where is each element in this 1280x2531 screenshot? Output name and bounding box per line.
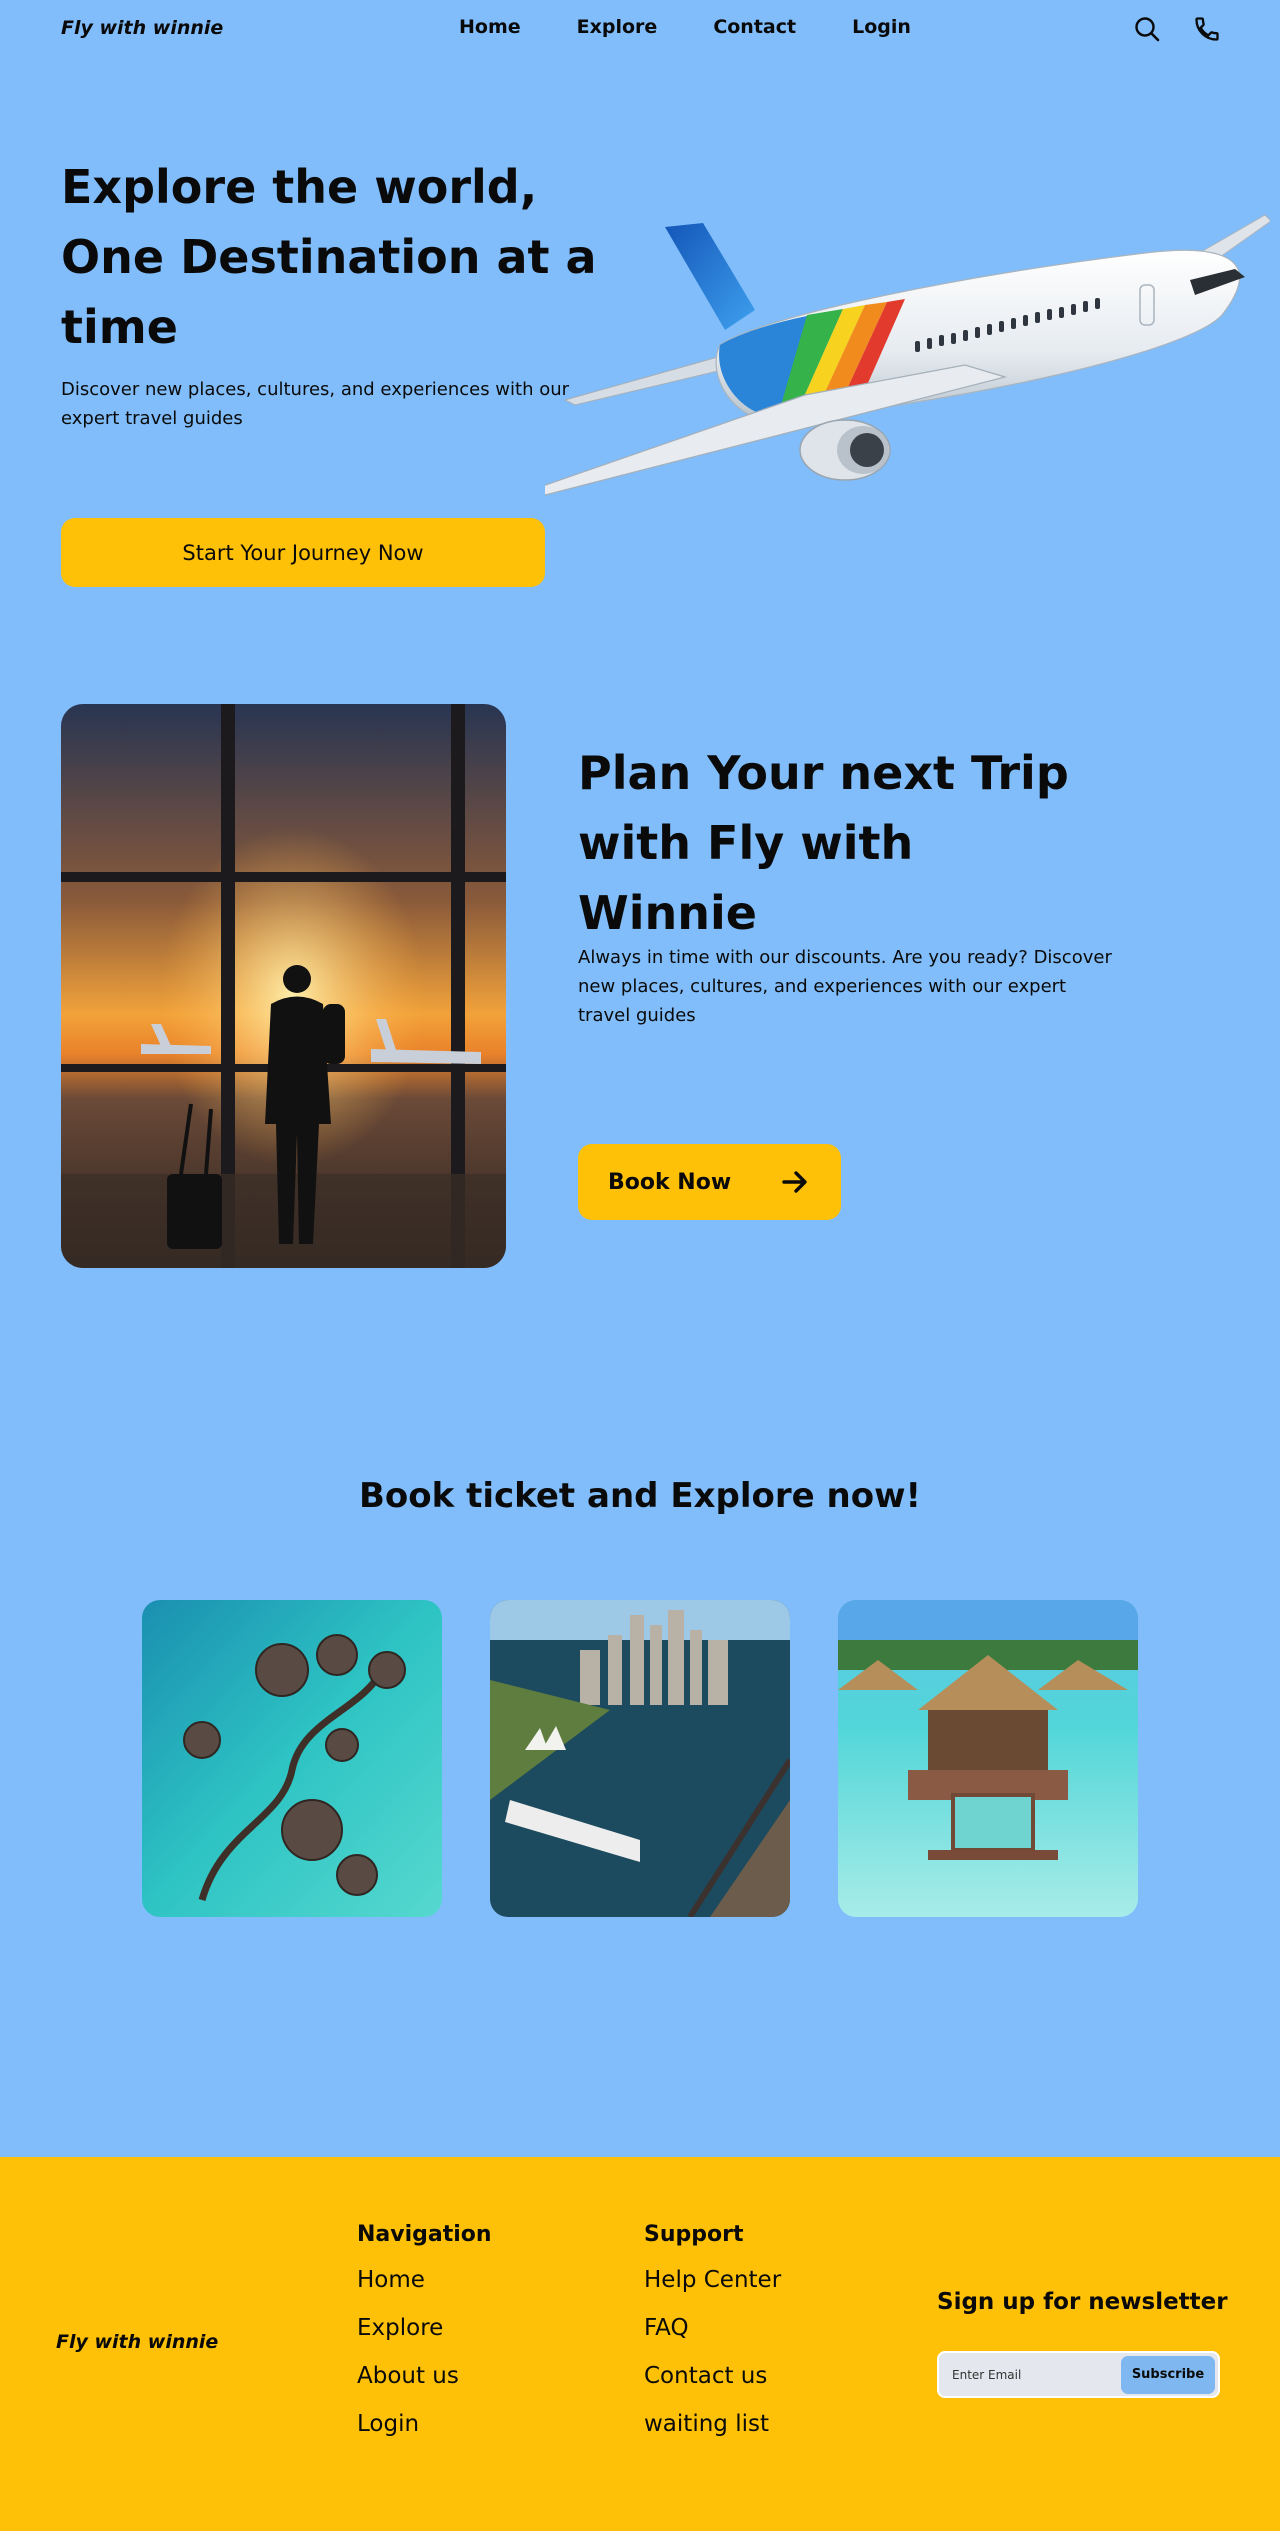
footer-support-heading: Support [644, 2222, 744, 2247]
footer-link-login[interactable]: Login [357, 2411, 492, 2437]
plan-subtitle: Always in time with our discounts. Are y… [578, 947, 1112, 1026]
newsletter-email-input[interactable] [952, 2367, 1121, 2382]
nav-explore[interactable]: Explore [577, 16, 658, 38]
book-now-button[interactable]: Book Now [578, 1144, 841, 1220]
footer-link-about[interactable]: About us [357, 2363, 492, 2389]
footer-link-explore[interactable]: Explore [357, 2315, 492, 2341]
footer-link-help-center[interactable]: Help Center [644, 2267, 781, 2293]
start-journey-button[interactable]: Start Your Journey Now [61, 518, 545, 587]
destination-card-sydney[interactable] [490, 1600, 790, 1917]
footer-link-waiting-list[interactable]: waiting list [644, 2411, 781, 2437]
book-now-label: Book Now [608, 1169, 732, 1195]
newsletter-form: Subscribe [937, 2351, 1220, 2398]
footer-navigation-heading: Navigation [357, 2222, 492, 2247]
footer-link-home[interactable]: Home [357, 2267, 492, 2293]
site-logo[interactable]: Fly with winnie [61, 17, 223, 39]
explore-title: Book ticket and Explore now! [359, 1476, 921, 1516]
footer-support: Support Help Center FAQ Contact us waiti… [644, 2222, 781, 2459]
plan-title: Plan Your next Trip with Fly with Winnie [578, 746, 1069, 940]
traveler-airport-photo [61, 704, 506, 1268]
nav-contact[interactable]: Contact [713, 16, 796, 38]
destination-card-maldives[interactable] [142, 1600, 442, 1917]
subscribe-button[interactable]: Subscribe [1121, 2355, 1215, 2394]
nav-home[interactable]: Home [459, 16, 521, 38]
nav-login[interactable]: Login [852, 16, 911, 38]
footer-link-contact[interactable]: Contact us [644, 2363, 781, 2389]
phone-icon[interactable] [1193, 15, 1221, 43]
hero-subtitle: Discover new places, cultures, and exper… [61, 379, 570, 429]
destination-card-bora-bora[interactable] [838, 1600, 1138, 1917]
arrow-right-icon [782, 1171, 807, 1193]
newsletter-title: Sign up for newsletter [937, 2289, 1228, 2315]
hero-title: Explore the world, One Destination at a … [61, 160, 597, 354]
footer-link-faq[interactable]: FAQ [644, 2315, 781, 2341]
airplane-illustration [545, 214, 1270, 496]
search-icon[interactable] [1133, 15, 1161, 43]
footer-navigation: Navigation Home Explore About us Login [357, 2222, 492, 2459]
main-nav: Home Explore Contact Login [459, 16, 911, 38]
footer-logo[interactable]: Fly with winnie [56, 2331, 218, 2353]
